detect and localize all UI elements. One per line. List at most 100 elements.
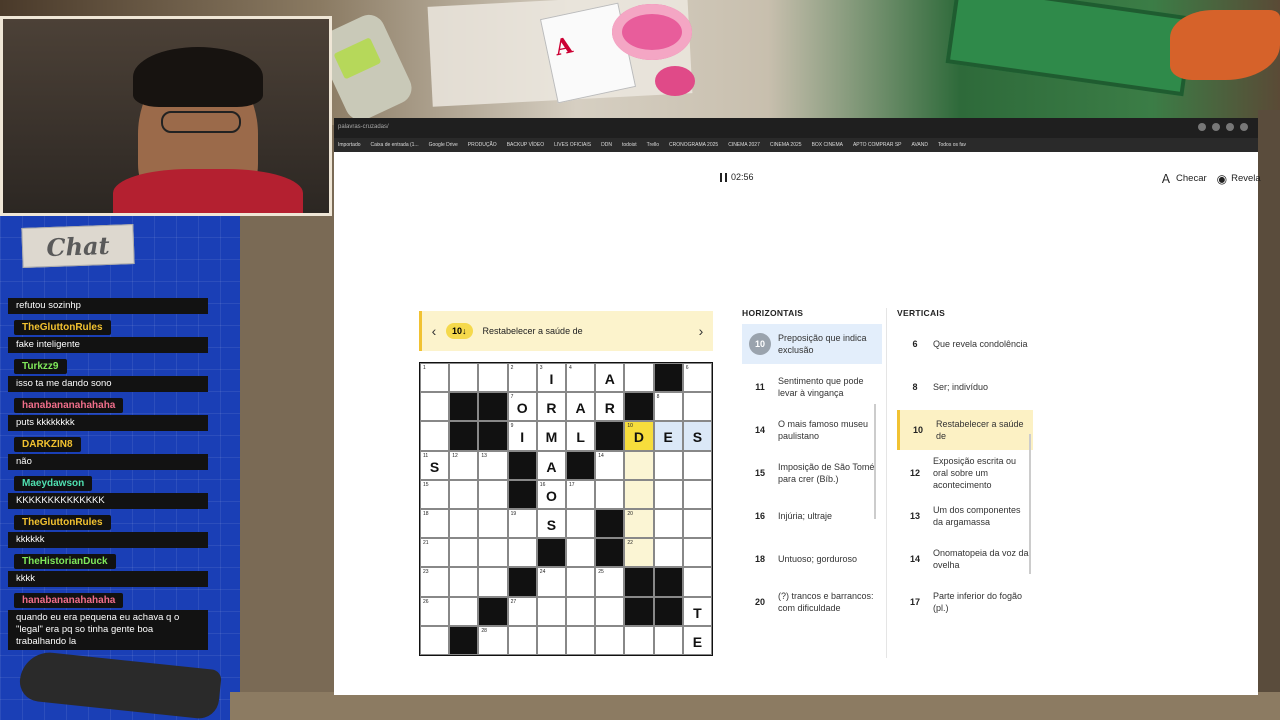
bookmark-item[interactable]: BACKUP VÍDEO [507, 142, 544, 148]
grid-cell[interactable] [566, 538, 596, 568]
grid-cell[interactable]: 2 [507, 363, 537, 393]
grid-cell[interactable]: 4 [566, 363, 596, 393]
clue-item[interactable]: 14 Onomatopeia da voz da ovelha [897, 539, 1033, 579]
grid-cell[interactable] [449, 567, 479, 597]
next-clue-button[interactable]: › [689, 323, 713, 339]
bookmark-item[interactable]: LIVES OFICIAIS [554, 142, 591, 148]
chat-username[interactable]: TheGluttonRules [14, 515, 111, 530]
grid-cell[interactable]: 10 D [624, 421, 654, 451]
grid-cell[interactable] [624, 363, 654, 393]
grid-cell[interactable] [449, 479, 479, 509]
clue-item[interactable]: 13 Um dos componentes da argamassa [897, 496, 1033, 536]
grid-cell[interactable] [624, 625, 654, 655]
grid-cell[interactable] [653, 479, 683, 509]
bookmark-item[interactable]: Google Drive [429, 142, 458, 148]
grid-cell[interactable]: E [682, 625, 712, 655]
grid-cell[interactable] [536, 625, 566, 655]
grid-cell[interactable] [536, 596, 566, 626]
bookmark-item[interactable]: AVAND [912, 142, 928, 148]
grid-cell[interactable]: 28 [478, 625, 508, 655]
grid-cell[interactable]: 13 [478, 450, 508, 480]
grid-cell[interactable] [507, 625, 537, 655]
check-button[interactable]: Ａ Checar [1160, 170, 1207, 187]
clue-item[interactable]: 15 Imposição de São Tomé para crer (Bíb.) [742, 453, 882, 493]
grid-cell[interactable] [449, 363, 479, 393]
grid-cell[interactable]: 17 [566, 479, 596, 509]
reveal-button[interactable]: ◉ Revela [1217, 172, 1261, 186]
grid-cell[interactable] [478, 479, 508, 509]
clue-item[interactable]: 16 Injúria; ultraje [742, 496, 882, 536]
clue-item[interactable]: 18 Untuoso; gorduroso [742, 539, 882, 579]
grid-cell[interactable] [420, 421, 450, 451]
clue-item[interactable]: 10 Restabelecer a saúde de [897, 410, 1033, 450]
grid-cell[interactable]: 16 O [536, 479, 566, 509]
grid-cell[interactable] [449, 509, 479, 539]
grid-cell[interactable]: 7O [507, 392, 537, 422]
vertical-scrollbar[interactable] [1029, 434, 1031, 574]
grid-cell[interactable] [682, 567, 712, 597]
grid-cell[interactable] [478, 509, 508, 539]
grid-cell[interactable] [595, 479, 625, 509]
grid-cell[interactable]: 24 [536, 567, 566, 597]
grid-cell[interactable]: 19 [507, 509, 537, 539]
grid-cell[interactable] [682, 392, 712, 422]
grid-cell[interactable]: A [595, 363, 625, 393]
grid-cell[interactable]: 27 [507, 596, 537, 626]
bookmark-item[interactable]: CINEMA 2025 [770, 142, 802, 148]
grid-cell[interactable]: 18 [420, 509, 450, 539]
pause-icon[interactable] [720, 172, 727, 182]
clue-item[interactable]: 17 Parte inferior do fogão (pl.) [897, 582, 1033, 622]
grid-cell[interactable] [595, 596, 625, 626]
grid-cell[interactable]: 20 [624, 509, 654, 539]
grid-cell[interactable] [420, 625, 450, 655]
grid-cell[interactable]: 11 S [420, 450, 450, 480]
grid-cell[interactable]: 23 [420, 567, 450, 597]
bookmark-item[interactable]: BOX CINEMA [812, 142, 843, 148]
grid-cell[interactable] [449, 538, 479, 568]
clue-item[interactable]: 14 O mais famoso museu paulistano [742, 410, 882, 450]
grid-cell[interactable]: 22 [624, 538, 654, 568]
chat-username[interactable]: hanabananahahaha [14, 398, 124, 413]
grid-cell[interactable] [624, 450, 654, 480]
grid-cell[interactable]: T [682, 596, 712, 626]
extension-icon[interactable] [1226, 123, 1234, 131]
grid-cell[interactable] [653, 509, 683, 539]
grid-cell[interactable]: A [566, 392, 596, 422]
grid-cell[interactable]: S [536, 509, 566, 539]
chat-username[interactable]: hanabananahahaha [14, 593, 124, 608]
extension-icon[interactable] [1198, 123, 1206, 131]
chat-username[interactable]: Turkzz9 [14, 359, 67, 374]
grid-cell[interactable]: L [566, 421, 596, 451]
grid-cell[interactable]: 9I [507, 421, 537, 451]
clue-item[interactable]: 11 Sentimento que pode levar à vingança [742, 367, 882, 407]
grid-cell[interactable]: 26 [420, 596, 450, 626]
grid-cell[interactable] [682, 479, 712, 509]
grid-cell[interactable] [682, 538, 712, 568]
grid-cell[interactable] [653, 450, 683, 480]
chat-username[interactable]: DARKZIN8 [14, 437, 81, 452]
grid-cell[interactable]: 6 [682, 363, 712, 393]
clue-item[interactable]: 10 Preposição que indica exclusão [742, 324, 882, 364]
bookmark-item[interactable]: Importado [338, 142, 361, 148]
grid-cell[interactable]: 14 [595, 450, 625, 480]
grid-cell[interactable]: 15 [420, 479, 450, 509]
bookmark-item[interactable]: Trello [647, 142, 659, 148]
bookmark-item[interactable]: Todos os fav [938, 142, 966, 148]
grid-cell[interactable]: 25 [595, 567, 625, 597]
grid-cell[interactable]: R [595, 392, 625, 422]
grid-cell[interactable] [595, 625, 625, 655]
clue-item[interactable]: 20 (?) trancos e barrancos: com dificulda… [742, 582, 882, 622]
clue-item[interactable]: 6 Que revela condolência [897, 324, 1033, 364]
grid-cell[interactable] [478, 363, 508, 393]
bookmark-item[interactable]: todoist [622, 142, 637, 148]
grid-cell[interactable] [478, 538, 508, 568]
grid-cell[interactable]: S [682, 421, 712, 451]
grid-cell[interactable] [566, 509, 596, 539]
grid-cell[interactable]: R [536, 392, 566, 422]
grid-cell[interactable] [420, 392, 450, 422]
grid-cell[interactable] [566, 567, 596, 597]
clue-item[interactable]: 12 Exposição escrita ou oral sobre um aco… [897, 453, 1033, 493]
clue-item[interactable]: 8 Ser; indivíduo [897, 367, 1033, 407]
address-bar[interactable]: palavras-cruzadas/ [338, 124, 389, 130]
grid-cell[interactable] [566, 596, 596, 626]
